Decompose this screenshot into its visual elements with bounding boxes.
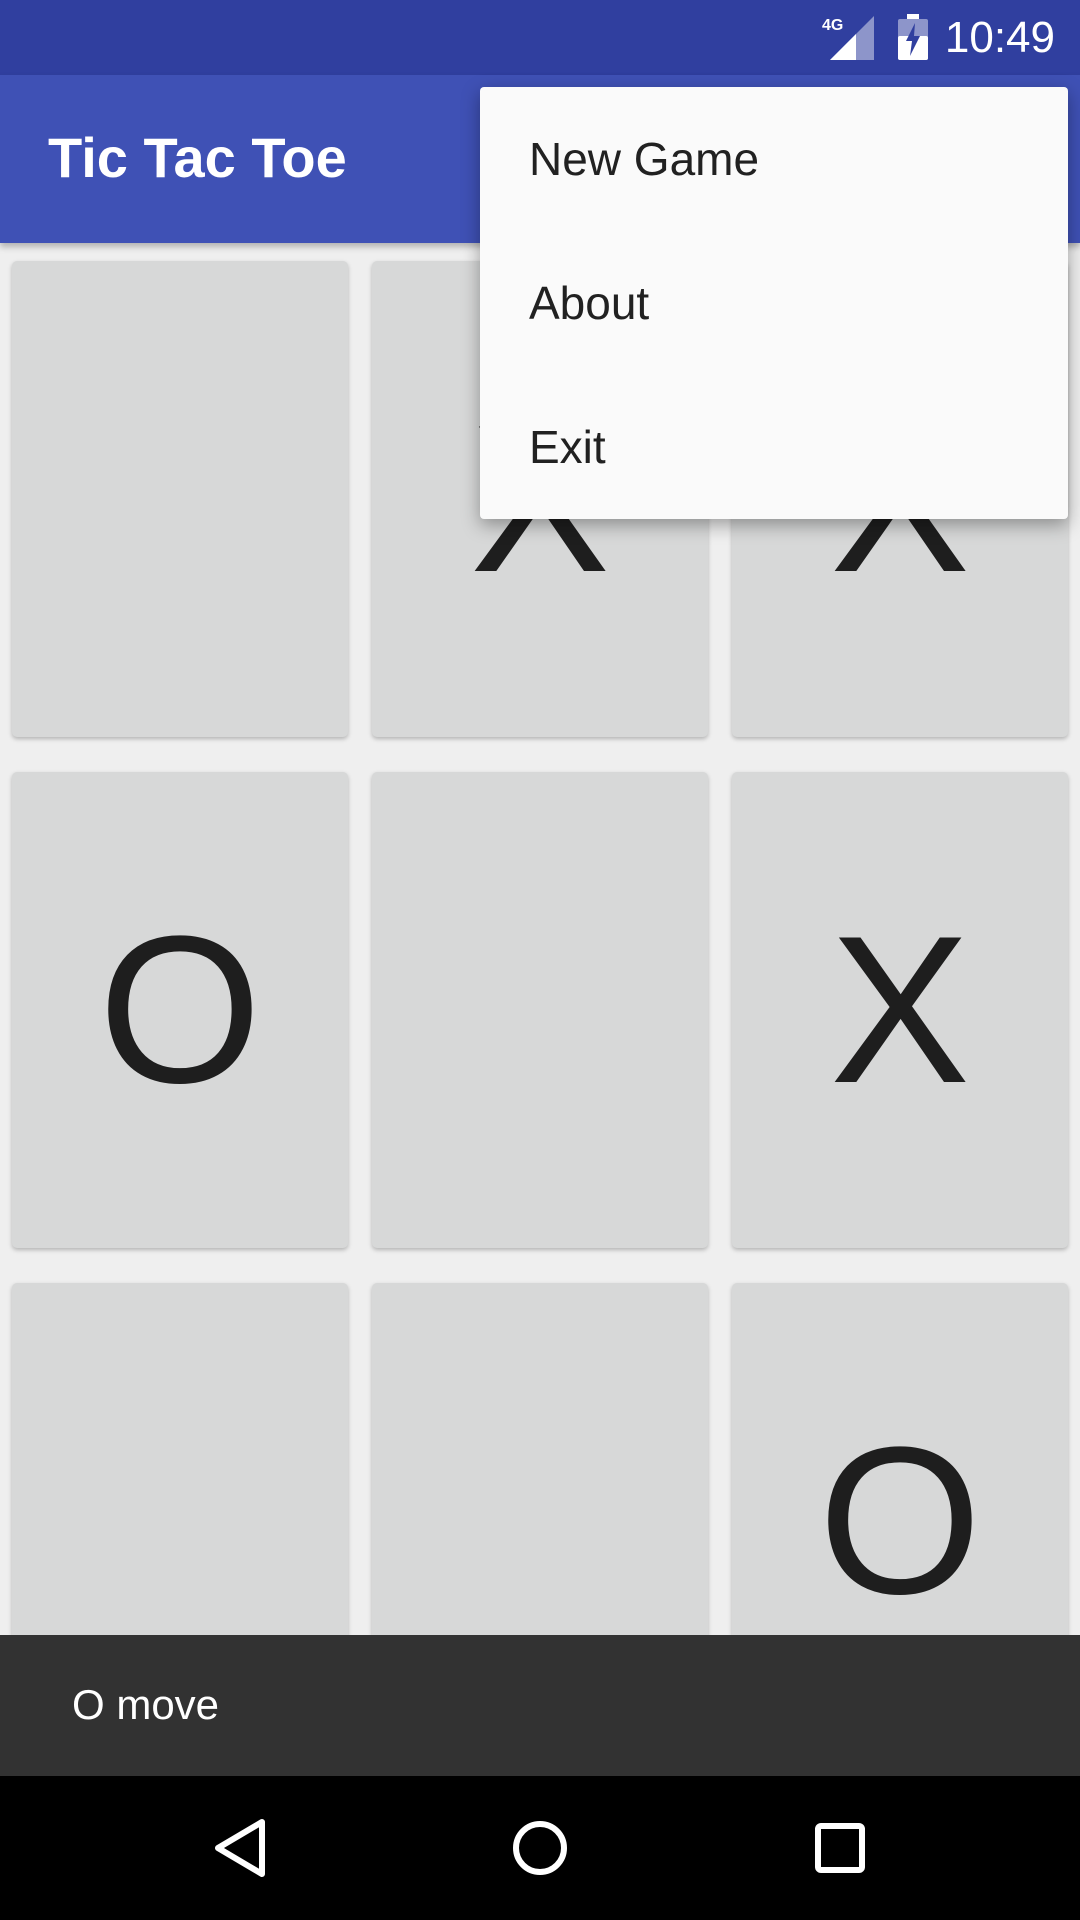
app-title: Tic Tac Toe: [48, 126, 347, 189]
back-icon: [215, 1819, 265, 1877]
recents-button[interactable]: [790, 1798, 890, 1898]
snackbar: O move: [0, 1635, 1080, 1776]
board-cell-5[interactable]: [372, 772, 708, 1248]
status-time: 10:49: [944, 13, 1055, 62]
menu-item-label: New Game: [529, 133, 760, 185]
board-cell-8[interactable]: [372, 1283, 708, 1635]
menu-item-label: About: [529, 277, 650, 329]
overflow-menu: New Game About Exit: [480, 87, 1068, 519]
board-cell-6[interactable]: X: [732, 772, 1068, 1248]
menu-item-new-game[interactable]: New Game: [480, 87, 1068, 231]
svg-text:4G: 4G: [822, 17, 843, 34]
navigation-bar: [0, 1776, 1080, 1920]
cell-mark: O: [818, 1403, 982, 1635]
recents-icon: [815, 1823, 865, 1873]
status-bar: 4G 10:49: [0, 0, 1080, 75]
back-button[interactable]: [190, 1798, 290, 1898]
board-cell-7[interactable]: [12, 1283, 348, 1635]
menu-item-label: Exit: [529, 421, 606, 473]
board-cell-4[interactable]: O: [12, 772, 348, 1248]
snackbar-message: O move: [72, 1681, 220, 1728]
cell-mark: X: [829, 892, 971, 1127]
battery-charging-icon: [898, 14, 928, 60]
home-button[interactable]: [490, 1798, 590, 1898]
home-icon: [513, 1821, 567, 1875]
cell-mark: O: [98, 892, 262, 1127]
signal-4g-icon: 4G: [822, 16, 874, 60]
menu-item-exit[interactable]: Exit: [480, 375, 1068, 519]
board-cell-1[interactable]: [12, 261, 348, 737]
menu-item-about[interactable]: About: [480, 231, 1068, 375]
board-cell-9[interactable]: O: [732, 1283, 1068, 1635]
